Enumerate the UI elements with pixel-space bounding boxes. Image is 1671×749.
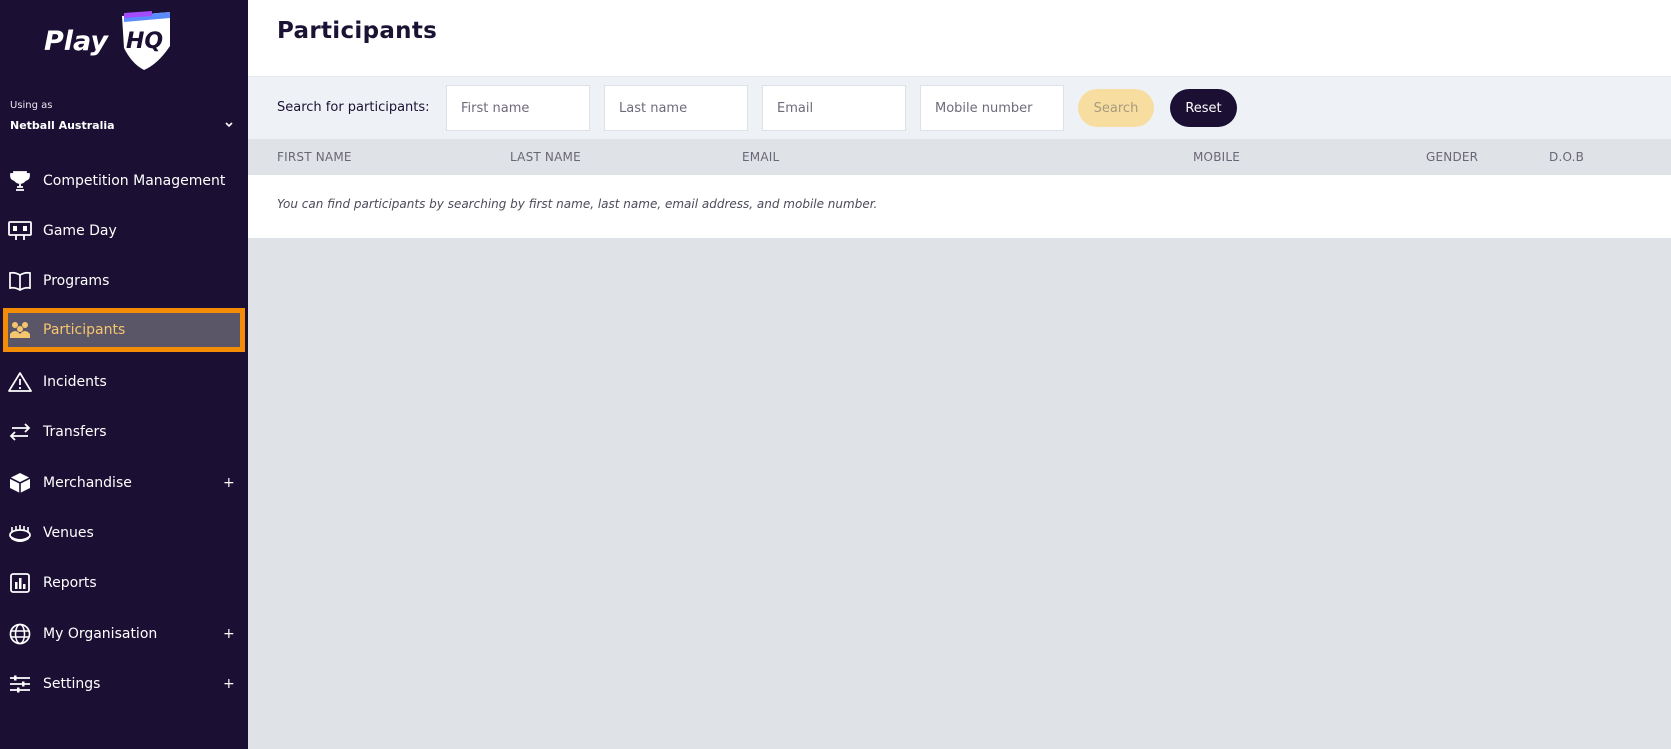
column-header-last-name[interactable]: LAST NAME bbox=[510, 150, 581, 164]
reset-button[interactable]: Reset bbox=[1170, 89, 1237, 127]
sidebar-item-label: Game Day bbox=[43, 223, 117, 239]
org-label: Using as bbox=[10, 100, 53, 111]
globe-icon bbox=[8, 622, 32, 646]
transfer-arrows-icon bbox=[8, 420, 32, 444]
sidebar-item-venues[interactable]: Venues bbox=[0, 509, 248, 557]
sidebar-item-merchandise[interactable]: Merchandise + bbox=[0, 459, 248, 507]
sidebar-item-label: My Organisation bbox=[43, 626, 158, 642]
sidebar-item-label: Reports bbox=[43, 575, 97, 591]
sidebar-item-programs[interactable]: Programs bbox=[0, 257, 248, 305]
sidebar-item-reports[interactable]: Reports bbox=[0, 559, 248, 607]
sidebar-item-game-day[interactable]: Game Day bbox=[0, 207, 248, 255]
search-label: Search for participants: bbox=[277, 100, 430, 115]
sidebar-item-label: Venues bbox=[43, 525, 94, 541]
sidebar-item-label: Transfers bbox=[43, 424, 107, 440]
column-header-first-name[interactable]: FIRST NAME bbox=[277, 150, 352, 164]
expand-plus-icon[interactable]: + bbox=[223, 676, 235, 692]
column-header-dob[interactable]: D.O.B bbox=[1549, 150, 1584, 164]
participant-search-bar: Search for participants: Search Reset bbox=[248, 77, 1671, 139]
column-header-email[interactable]: EMAIL bbox=[742, 150, 779, 164]
sidebar-item-label: Incidents bbox=[43, 374, 107, 390]
trophy-icon bbox=[8, 169, 32, 193]
sidebar-item-label: Participants bbox=[43, 322, 126, 338]
search-button[interactable]: Search bbox=[1078, 89, 1154, 127]
svg-text:Play: Play bbox=[44, 26, 109, 57]
sidebar-item-label: Competition Management bbox=[43, 173, 226, 189]
first-name-input[interactable] bbox=[446, 85, 590, 131]
svg-text:HQ: HQ bbox=[126, 29, 163, 54]
sidebar-item-label: Programs bbox=[43, 273, 110, 289]
page-title: Participants bbox=[277, 18, 438, 44]
sidebar-item-competition-management[interactable]: Competition Management bbox=[0, 157, 248, 205]
expand-plus-icon[interactable]: + bbox=[223, 626, 235, 642]
sliders-icon bbox=[8, 672, 32, 696]
last-name-input[interactable] bbox=[604, 85, 748, 131]
sidebar-item-my-organisation[interactable]: My Organisation + bbox=[0, 610, 248, 658]
sidebar-item-settings[interactable]: Settings + bbox=[0, 660, 248, 708]
report-icon bbox=[8, 571, 32, 595]
sidebar-item-participants[interactable]: Participants bbox=[0, 306, 248, 354]
column-header-gender[interactable]: GENDER bbox=[1426, 150, 1478, 164]
column-header-mobile[interactable]: MOBILE bbox=[1193, 150, 1240, 164]
stadium-icon bbox=[8, 521, 32, 545]
sidebar-item-label: Merchandise bbox=[43, 475, 132, 491]
sidebar-item-label: Settings bbox=[43, 676, 101, 692]
box-icon bbox=[8, 471, 32, 495]
sidebar-item-transfers[interactable]: Transfers bbox=[0, 408, 248, 456]
email-input[interactable] bbox=[762, 85, 906, 131]
org-name[interactable]: Netball Australia bbox=[10, 119, 115, 132]
page-header: Participants bbox=[248, 0, 1671, 77]
people-icon bbox=[8, 318, 32, 342]
mobile-number-input[interactable] bbox=[920, 85, 1064, 131]
empty-state-message: You can find participants by searching b… bbox=[277, 197, 878, 211]
playhq-logo[interactable]: Play HQ bbox=[44, 10, 184, 72]
warning-icon bbox=[8, 370, 32, 394]
main-content: Participants Search for participants: Se… bbox=[248, 0, 1671, 749]
chevron-down-icon[interactable] bbox=[224, 120, 234, 130]
sidebar: Play HQ Using as Netball Australia Compe… bbox=[0, 0, 248, 749]
sidebar-item-incidents[interactable]: Incidents bbox=[0, 358, 248, 406]
table-header: FIRST NAME LAST NAME EMAIL MOBILE GENDER… bbox=[248, 139, 1671, 175]
book-icon bbox=[8, 269, 32, 293]
expand-plus-icon[interactable]: + bbox=[223, 475, 235, 491]
scoreboard-icon bbox=[8, 219, 32, 243]
table-body: You can find participants by searching b… bbox=[248, 175, 1671, 238]
